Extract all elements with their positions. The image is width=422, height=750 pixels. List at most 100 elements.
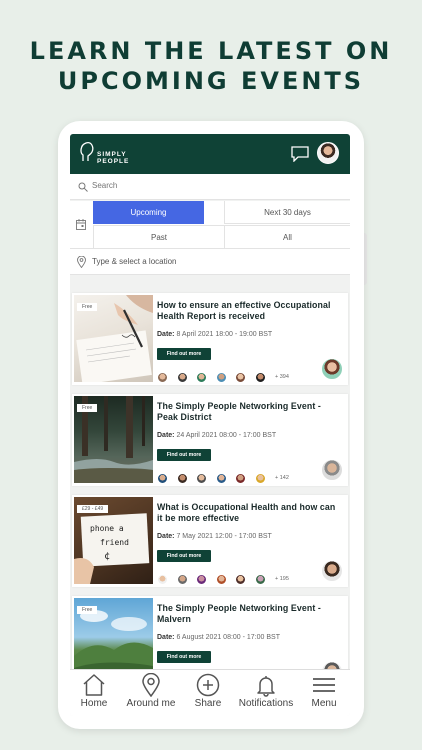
promo-line-2: UPCOMING EVENTS xyxy=(57,67,365,95)
filter-all-button[interactable]: All xyxy=(224,225,350,248)
search-input[interactable] xyxy=(92,181,332,190)
nav-home-label: Home xyxy=(80,698,108,709)
location-pin-icon xyxy=(142,673,160,697)
nav-home[interactable]: Home xyxy=(70,673,122,716)
user-avatar[interactable] xyxy=(317,142,339,164)
logo-line-2: PEOPLE xyxy=(97,158,130,165)
location-pin-icon xyxy=(77,256,86,268)
date-value: 6 August 2021 08:00 - 17:00 BST xyxy=(176,634,280,641)
nav-share[interactable]: Share xyxy=(180,673,236,716)
event-title[interactable]: How to ensure an effective Occupational … xyxy=(157,300,342,322)
find-out-more-button[interactable]: Find out more xyxy=(157,348,211,360)
event-title[interactable]: What is Occupational Health and how can … xyxy=(157,502,342,524)
search-bar xyxy=(70,174,350,200)
menu-icon xyxy=(313,678,335,692)
date-label: Date: xyxy=(157,634,175,641)
attendee-count: + 142 xyxy=(275,475,289,481)
attendee-avatar xyxy=(215,472,227,484)
find-out-more-button[interactable]: Find out more xyxy=(157,550,211,562)
attendee-avatar xyxy=(254,371,266,383)
phone-frame: SIMPLY PEOPLE Upcom xyxy=(58,121,364,729)
location-input[interactable]: Type & select a location xyxy=(92,257,177,266)
svg-text:phone a: phone a xyxy=(90,524,124,533)
attendee-avatar xyxy=(176,573,188,585)
attendee-avatars: + 142 xyxy=(157,472,289,484)
promo-headline: LEARN THE LATEST ON UPCOMING EVENTS xyxy=(0,36,422,96)
date-value: 24 April 2021 08:00 - 17:00 BST xyxy=(176,432,277,439)
event-image-signing: Free xyxy=(74,295,153,382)
home-icon xyxy=(83,674,105,696)
attendee-avatar xyxy=(176,472,188,484)
attendee-avatar xyxy=(196,573,207,585)
calendar-icon xyxy=(76,219,86,230)
event-card[interactable]: phone a friend ¢ £29 - £49 What is Occup… xyxy=(72,495,348,587)
price-badge: Free xyxy=(77,606,98,614)
host-avatar[interactable] xyxy=(321,560,343,582)
filter-past-button[interactable]: Past xyxy=(93,225,224,248)
attendee-avatar xyxy=(157,573,168,585)
filter-upcoming-button[interactable]: Upcoming xyxy=(93,201,204,224)
price-badge: £29 - £49 xyxy=(77,505,109,513)
bottom-navigation: Home Around me Share Notifications Menu xyxy=(70,669,350,716)
date-label: Date: xyxy=(157,331,175,338)
location-field[interactable]: Type & select a location xyxy=(70,249,350,275)
attendee-count: + 394 xyxy=(275,374,289,380)
date-label: Date: xyxy=(157,432,175,439)
event-title[interactable]: The Simply People Networking Event - Pea… xyxy=(157,401,342,423)
date-label: Date: xyxy=(157,533,175,540)
app-header: SIMPLY PEOPLE xyxy=(70,134,350,174)
plus-circle-icon xyxy=(196,673,220,697)
app-screen: SIMPLY PEOPLE Upcom xyxy=(70,134,350,716)
attendee-avatar xyxy=(157,371,168,383)
attendee-avatar xyxy=(196,371,207,383)
attendee-count: + 195 xyxy=(275,576,289,582)
price-badge: Free xyxy=(77,303,98,311)
attendee-avatar xyxy=(235,573,246,585)
attendee-avatar xyxy=(254,573,266,585)
date-filter-group: Upcoming Next 30 days Past All xyxy=(70,201,350,249)
nav-notifications-label: Notifications xyxy=(238,698,294,709)
attendee-avatar xyxy=(235,472,246,484)
attendee-avatar xyxy=(196,472,207,484)
date-value: 7 May 2021 12:00 - 17:00 BST xyxy=(176,533,272,540)
nav-share-label: Share xyxy=(194,698,222,709)
host-avatar[interactable] xyxy=(321,358,343,380)
attendee-avatar xyxy=(235,371,246,383)
logo-wordmark: SIMPLY PEOPLE xyxy=(97,151,129,165)
event-image-forest: Free xyxy=(74,396,153,483)
nav-menu[interactable]: Menu xyxy=(296,673,350,716)
event-title[interactable]: The Simply People Networking Event - Mal… xyxy=(157,603,342,625)
event-image-phone-a-friend: phone a friend ¢ £29 - £49 xyxy=(74,497,153,584)
attendee-avatar xyxy=(176,371,188,383)
event-date: Date: 8 April 2021 18:00 - 19:00 BST xyxy=(157,331,272,338)
filter-next-30-days-button[interactable]: Next 30 days xyxy=(224,201,350,224)
event-date: Date: 24 April 2021 08:00 - 17:00 BST xyxy=(157,432,276,439)
attendee-avatars: + 394 xyxy=(157,371,289,383)
attendee-avatars: + 195 xyxy=(157,573,289,585)
date-value: 8 April 2021 18:00 - 19:00 BST xyxy=(176,331,273,338)
promo-line-1: LEARN THE LATEST ON xyxy=(29,37,393,65)
price-badge: Free xyxy=(77,404,98,412)
attendee-avatar xyxy=(215,371,227,383)
bell-icon xyxy=(257,676,275,697)
attendee-avatar xyxy=(157,472,168,484)
event-date: Date: 7 May 2021 12:00 - 17:00 BST xyxy=(157,533,272,540)
logo-line-1: SIMPLY xyxy=(97,151,127,158)
event-card[interactable]: Free The Simply People Networking Event … xyxy=(72,394,348,486)
nav-notifications[interactable]: Notifications xyxy=(234,673,298,716)
nav-around-me-label: Around me xyxy=(126,698,176,709)
attendee-avatar xyxy=(254,472,266,484)
search-icon xyxy=(78,182,88,192)
svg-text:friend: friend xyxy=(100,538,129,547)
event-card[interactable]: Free How to ensure an effective Occupati… xyxy=(72,293,348,385)
svg-text:¢: ¢ xyxy=(104,551,110,562)
host-avatar[interactable] xyxy=(321,459,343,481)
logo-head-icon xyxy=(80,142,94,161)
nav-menu-label: Menu xyxy=(311,698,337,709)
chat-icon[interactable] xyxy=(291,146,309,162)
nav-around-me[interactable]: Around me xyxy=(122,673,180,716)
find-out-more-button[interactable]: Find out more xyxy=(157,449,211,461)
event-date: Date: 6 August 2021 08:00 - 17:00 BST xyxy=(157,634,280,641)
attendee-avatar xyxy=(215,573,227,585)
find-out-more-button[interactable]: Find out more xyxy=(157,651,211,663)
